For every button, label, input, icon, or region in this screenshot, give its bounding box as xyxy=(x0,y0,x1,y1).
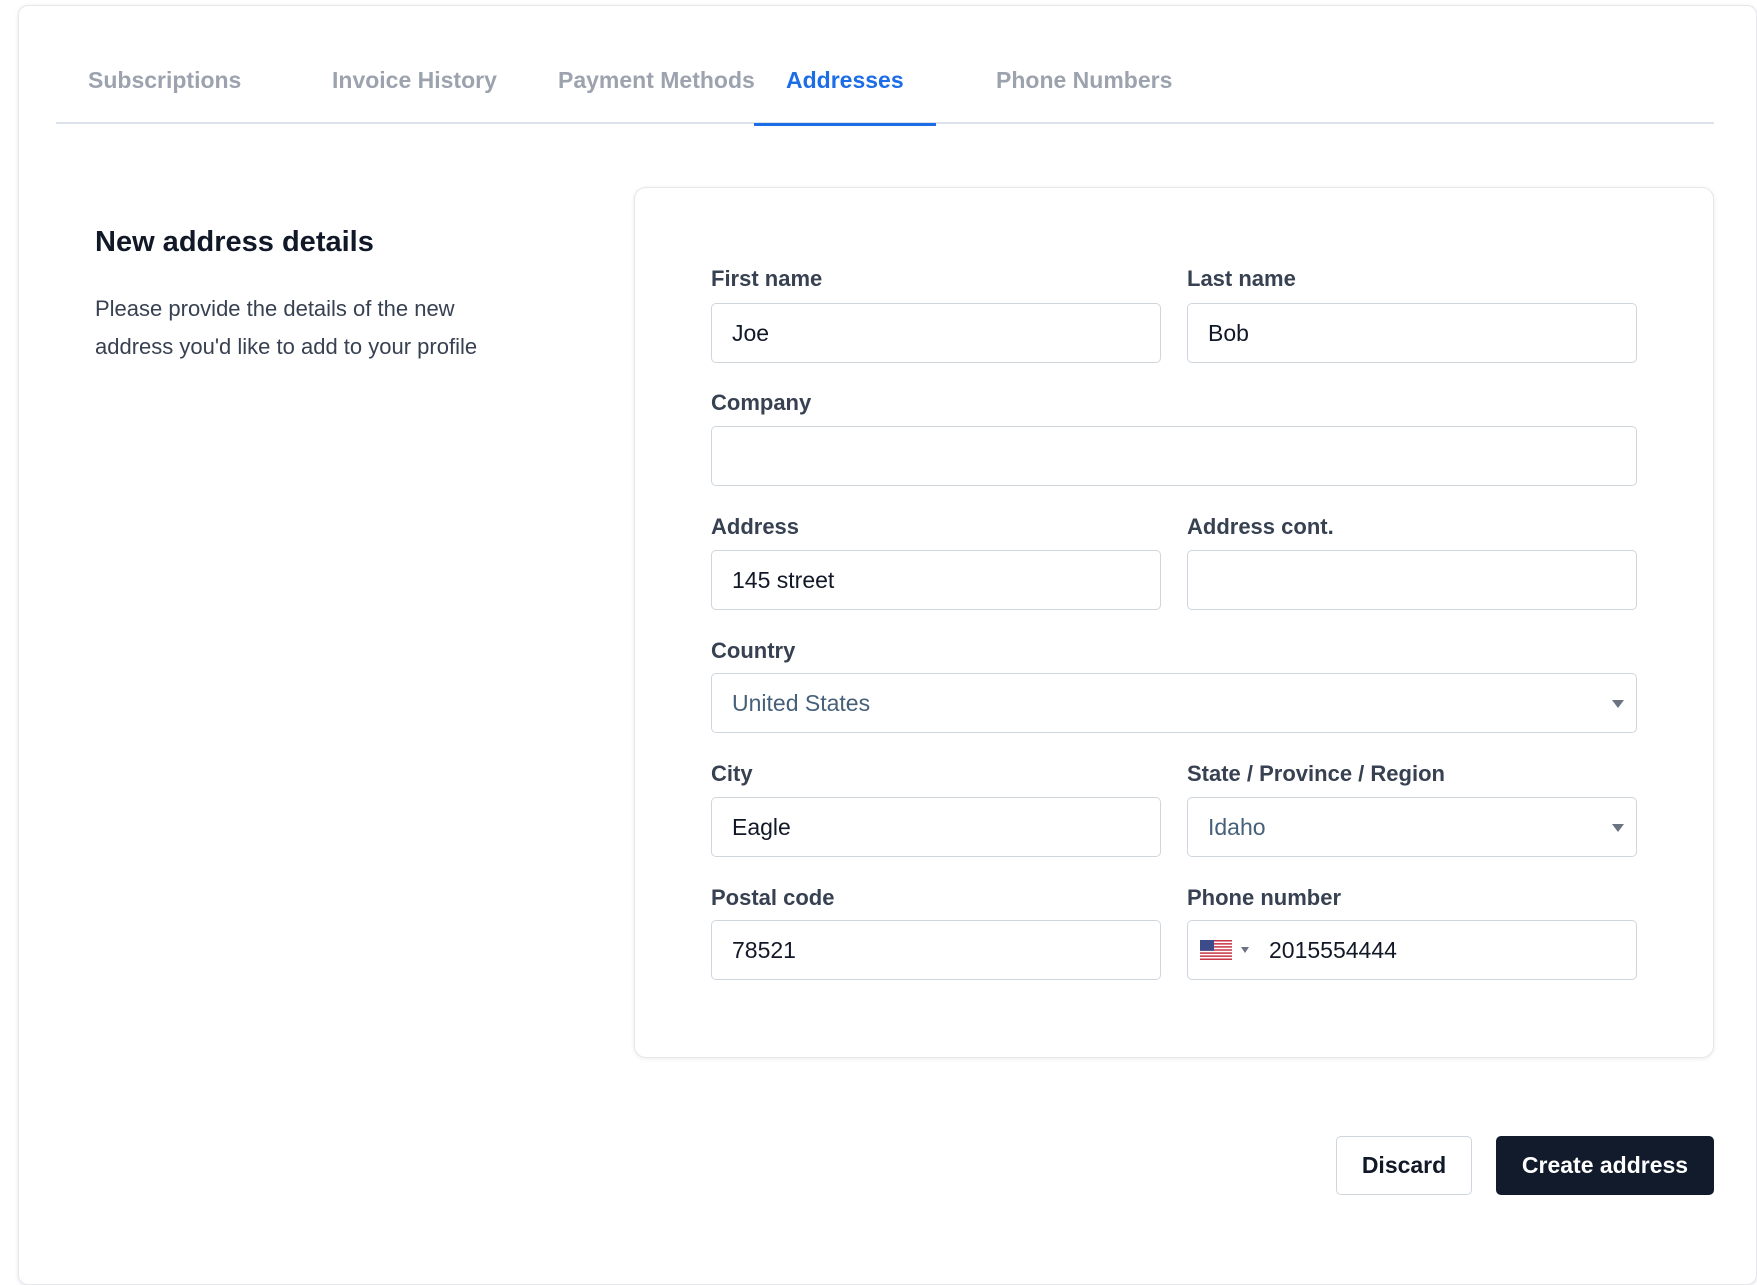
tab-bar: Subscriptions Invoice History Payment Me… xyxy=(56,45,1714,126)
company-input[interactable] xyxy=(711,426,1637,486)
us-flag-icon xyxy=(1200,940,1232,960)
chevron-down-icon xyxy=(1612,700,1624,708)
discard-button[interactable]: Discard xyxy=(1336,1136,1472,1195)
state-select[interactable]: Idaho xyxy=(1187,797,1637,857)
tab-payment-methods[interactable]: Payment Methods xyxy=(526,45,787,124)
last-name-label: Last name xyxy=(1187,266,1296,291)
country-select[interactable]: United States xyxy=(711,673,1637,733)
country-selected-value: United States xyxy=(732,689,871,716)
country-code-picker[interactable] xyxy=(1188,921,1257,979)
address-input[interactable] xyxy=(711,550,1161,610)
state-selected-value: Idaho xyxy=(1208,813,1266,840)
chevron-down-icon xyxy=(1612,824,1624,832)
section-title: New address details xyxy=(95,226,374,258)
tab-invoice-history[interactable]: Invoice History xyxy=(300,45,529,124)
tab-addresses[interactable]: Addresses xyxy=(754,45,936,126)
address-cont-label: Address cont. xyxy=(1187,514,1334,539)
last-name-input[interactable] xyxy=(1187,303,1637,363)
first-name-input[interactable] xyxy=(711,303,1161,363)
phone-number-field xyxy=(1187,920,1637,980)
section-description: Please provide the details of the new ad… xyxy=(95,296,478,359)
state-label: State / Province / Region xyxy=(1187,761,1445,786)
create-address-button[interactable]: Create address xyxy=(1496,1136,1714,1195)
postal-code-input[interactable] xyxy=(711,920,1161,980)
phone-number-input[interactable] xyxy=(1257,921,1636,979)
company-label: Company xyxy=(711,390,812,415)
city-label: City xyxy=(711,761,753,786)
country-label: Country xyxy=(711,638,796,663)
postal-code-label: Postal code xyxy=(711,885,835,910)
tab-subscriptions[interactable]: Subscriptions xyxy=(56,45,273,124)
first-name-label: First name xyxy=(711,266,823,291)
address-label: Address xyxy=(711,514,800,539)
city-input[interactable] xyxy=(711,797,1161,857)
tab-phone-numbers[interactable]: Phone Numbers xyxy=(964,45,1204,124)
chevron-down-icon xyxy=(1241,947,1249,953)
address-cont-input[interactable] xyxy=(1187,550,1637,610)
phone-number-label: Phone number xyxy=(1187,885,1342,910)
